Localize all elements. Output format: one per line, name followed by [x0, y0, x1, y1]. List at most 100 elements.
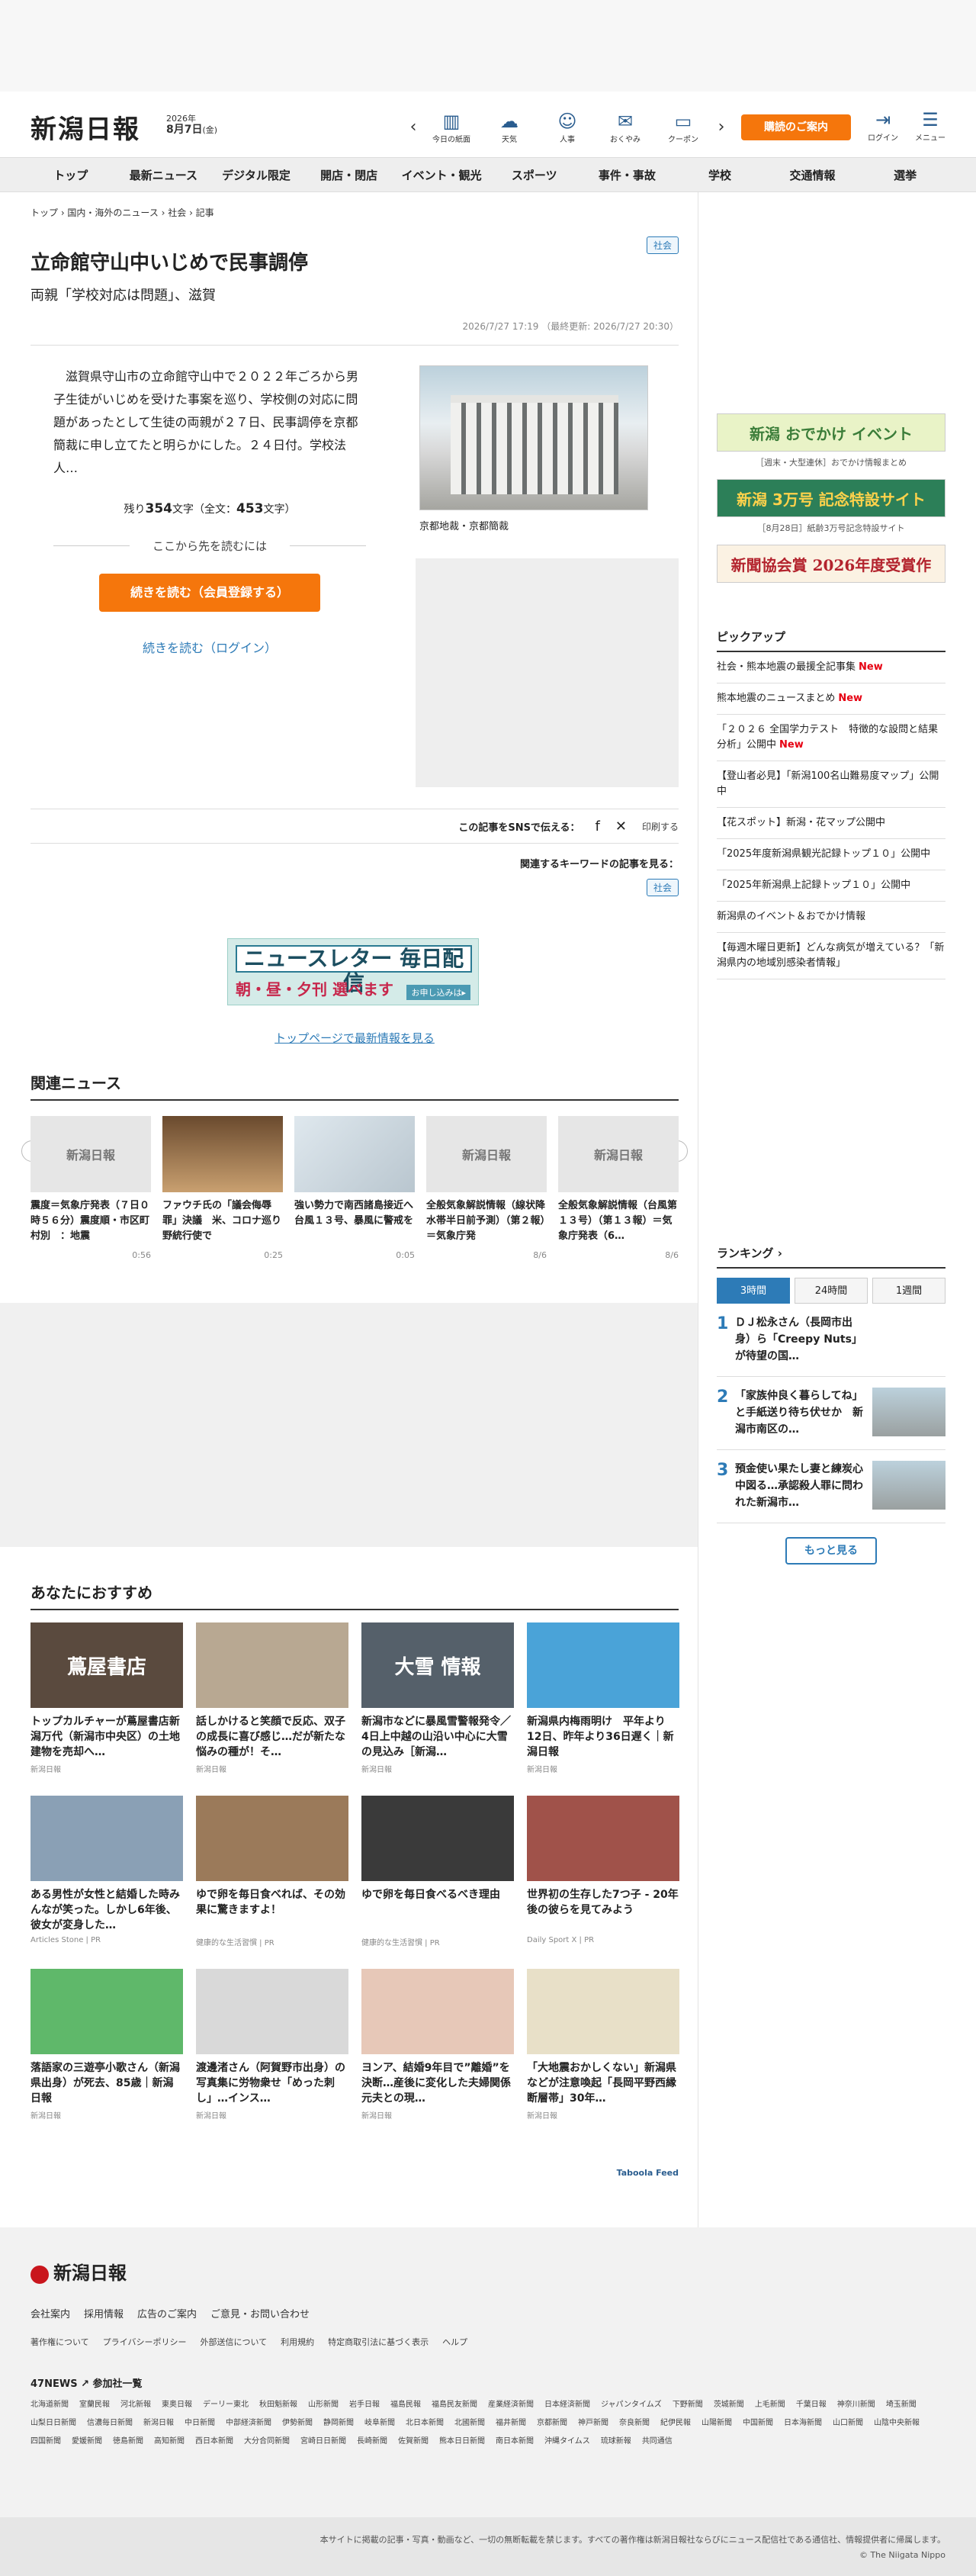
partner-paper-link[interactable]: 信濃毎日新聞: [87, 2419, 133, 2427]
partner-paper-link[interactable]: 北海道新聞: [30, 2401, 69, 2409]
recommend-card[interactable]: 話しかけると笑顔で反応、双子の成長に喜び感じ…だが新たな悩みの種が！そ… 新潟日報: [196, 1622, 348, 1774]
partner-paper-link[interactable]: 琉球新報: [601, 2437, 631, 2446]
related-card[interactable]: 新潟日報 全般気象解説情報（線状降水帯半日前予測）（第２報）＝気象庁発 8/6: [426, 1116, 547, 1260]
recommend-card[interactable]: 「大地震おかしくない」新潟県などが注意喚起「長岡平野西縁断層帯」30年… 新潟日報: [527, 1969, 679, 2121]
keyword-tag[interactable]: 社会: [646, 879, 679, 896]
partner-paper-link[interactable]: 神奈川新聞: [837, 2401, 875, 2409]
pickup-item[interactable]: 「2025年度新潟県観光記録トップ１０」公開中: [717, 839, 946, 870]
recommend-card[interactable]: ヨンア、結婚9年目で”離婚”を決断…産後に変化した夫婦関係 元夫との現… 新潟日報: [361, 1969, 514, 2121]
pickup-item[interactable]: 新潟県のイベント＆おでかけ情報: [717, 902, 946, 933]
partner-paper-link[interactable]: 河北新報: [120, 2401, 151, 2409]
ranking-item[interactable]: 3 預金使い果たし妻と練炭心中図る…承認殺人罪に問われた新潟市…: [717, 1450, 946, 1523]
chevron-left-icon[interactable]: ‹: [404, 117, 422, 137]
partner-paper-link[interactable]: 京都新聞: [537, 2419, 567, 2427]
footer-link[interactable]: 採用情報: [84, 2309, 124, 2320]
partner-paper-link[interactable]: 下野新聞: [673, 2401, 703, 2409]
ranking-item[interactable]: 1 ＤＪ松永さん（長岡市出身）ら「Creepy Nuts」が待望の国…: [717, 1304, 946, 1377]
more-button[interactable]: もっと見る: [785, 1537, 877, 1565]
partner-paper-link[interactable]: 南日本新聞: [496, 2437, 534, 2446]
partner-paper-link[interactable]: 日本経済新聞: [544, 2401, 590, 2409]
partner-paper-link[interactable]: 佐賀新聞: [398, 2437, 429, 2446]
partner-paper-link[interactable]: 長崎新聞: [357, 2437, 387, 2446]
x-icon[interactable]: ✕: [615, 818, 627, 835]
partner-paper-link[interactable]: 沖縄タイムス: [544, 2437, 590, 2446]
breadcrumb[interactable]: トップ › 国内・海外のニュース › 社会 › 記事: [30, 192, 679, 226]
header-shortcut[interactable]: ▭ クーポン: [654, 110, 712, 144]
ranking-item[interactable]: 2 「家族仲良く暮らしてね」と手紙送り待ち伏せか 新潟市南区の…: [717, 1377, 946, 1450]
pickup-item[interactable]: 「2025年新潟県上記録トップ１０」公開中: [717, 870, 946, 902]
partner-paper-link[interactable]: 伊勢新聞: [282, 2419, 313, 2427]
partner-paper-link[interactable]: 山陰中央新報: [874, 2419, 920, 2427]
footer-link[interactable]: ご意見・お問い合わせ: [210, 2309, 310, 2320]
partner-paper-link[interactable]: 新潟日報: [143, 2419, 174, 2427]
nav-item[interactable]: 選挙: [859, 167, 952, 183]
related-card[interactable]: 新潟日報 震度＝気象庁発表（７日０時５６分）震度順・市区町村別 ：地震 0:56: [30, 1116, 151, 1260]
newsletter-banner[interactable]: ニュースレター 毎日配信 朝・昼・夕刊 選べます お申し込みは▸: [227, 938, 479, 1005]
side-banner[interactable]: 新潟 おでかけ イベント: [717, 413, 946, 452]
header-shortcut[interactable]: ✉ おくやみ: [596, 110, 654, 144]
partner-paper-link[interactable]: 中日新聞: [185, 2419, 215, 2427]
partner-paper-link[interactable]: 東奥日報: [162, 2401, 192, 2409]
related-card[interactable]: ファウチ氏の「議会侮辱罪」決議 米、コロナ巡り野統行使で 0:25: [162, 1116, 283, 1260]
nav-item[interactable]: 学校: [673, 167, 766, 183]
partner-paper-link[interactable]: 産業経済新聞: [488, 2401, 534, 2409]
register-button[interactable]: 続きを読む（会員登録する）: [99, 574, 320, 612]
pickup-item[interactable]: 【毎週木曜日更新】どんな病気が増えている？「新潟県内の地域別感染者情報」: [717, 933, 946, 979]
partner-paper-link[interactable]: 秋田魁新報: [259, 2401, 297, 2409]
partner-paper-link[interactable]: 愛媛新聞: [72, 2437, 102, 2446]
top-page-link[interactable]: トップページで最新情報を見る: [30, 1030, 679, 1046]
footer-link[interactable]: 広告のご案内: [137, 2309, 197, 2320]
header-shortcut[interactable]: ☺ 人事: [538, 110, 596, 144]
nav-item[interactable]: 交通情報: [766, 167, 859, 183]
footer-logo[interactable]: 新潟日報: [30, 2258, 946, 2285]
partner-paper-link[interactable]: 日本海新聞: [784, 2419, 822, 2427]
partner-paper-link[interactable]: 奈良新聞: [619, 2419, 650, 2427]
partner-paper-link[interactable]: 大分合同新聞: [244, 2437, 290, 2446]
print-link[interactable]: 印刷する: [642, 820, 679, 833]
related-card[interactable]: 新潟日報 全般気象解説情報（台風第１３号）（第１３報）＝気象庁発表（6… 8/6: [558, 1116, 679, 1260]
facebook-icon[interactable]: f: [596, 818, 600, 835]
taboola-logo[interactable]: Taboola Feed: [617, 2168, 679, 2178]
ranking-heading[interactable]: ランキング ›: [717, 1245, 946, 1269]
header-shortcut[interactable]: ▥ 今日の紙面: [422, 110, 480, 144]
header-shortcut[interactable]: ☁ 天気: [480, 110, 538, 144]
recommend-card[interactable]: 落語家の三遊亭小歌さん（新潟県出身）が死去、85歳｜新潟日報 新潟日報: [30, 1969, 183, 2121]
47news-link[interactable]: 47NEWS ↗ 参加社一覧: [30, 2375, 946, 2390]
partner-paper-link[interactable]: 北日本新聞: [406, 2419, 444, 2427]
menu-button[interactable]: ☰ メニュー: [907, 108, 953, 143]
nav-item[interactable]: 最新ニュース: [117, 167, 210, 183]
recommend-card[interactable]: 蔦屋書店 トップカルチャーが蔦屋書店新潟万代（新潟市中央区）の土地建物を売却へ… 新…: [30, 1622, 183, 1774]
partner-paper-link[interactable]: 山形新聞: [308, 2401, 339, 2409]
partner-paper-link[interactable]: 高知新聞: [154, 2437, 185, 2446]
partner-paper-link[interactable]: 熊本日日新聞: [439, 2437, 485, 2446]
related-card[interactable]: 強い勢力で南西諸島接近へ 台風１３号、暴風に警戒を 0:05: [294, 1116, 415, 1260]
recommend-card[interactable]: ゆで卵を毎日食べれば、その効果に驚きますよ！ 健康的な生活習慣 | PR: [196, 1796, 348, 1947]
category-tag[interactable]: 社会: [646, 236, 679, 254]
partner-paper-link[interactable]: 山口新聞: [833, 2419, 863, 2427]
partner-paper-link[interactable]: 四国新聞: [30, 2437, 61, 2446]
chevron-right-icon[interactable]: ›: [712, 117, 730, 137]
partner-paper-link[interactable]: 神戸新聞: [578, 2419, 608, 2427]
recommend-card[interactable]: ゆで卵を毎日食べるべき理由 健康的な生活習慣 | PR: [361, 1796, 514, 1947]
footer-link[interactable]: 利用規約: [281, 2337, 314, 2347]
partner-paper-link[interactable]: 共同通信: [642, 2437, 673, 2446]
partner-paper-link[interactable]: 千葉日報: [796, 2401, 827, 2409]
partner-paper-link[interactable]: 山陽新聞: [702, 2419, 732, 2427]
partner-paper-link[interactable]: 福島民報: [390, 2401, 421, 2409]
partner-paper-link[interactable]: 北國新聞: [454, 2419, 485, 2427]
nav-item[interactable]: デジタル限定: [210, 167, 303, 183]
partner-paper-link[interactable]: 福島民友新聞: [432, 2401, 477, 2409]
pickup-item[interactable]: 社会・熊本地震の最援全記事集 New: [717, 652, 946, 683]
side-banner[interactable]: 新聞協会賞 2026年度受賞作: [717, 545, 946, 583]
partner-paper-link[interactable]: 埼玉新聞: [886, 2401, 917, 2409]
recommend-card[interactable]: ある男性が女性と結婚した時みんなが笑った。しかし6年後、彼女が変身した… Arti…: [30, 1796, 183, 1947]
footer-link[interactable]: 会社案内: [30, 2309, 70, 2320]
pickup-item[interactable]: 【登山者必見】「新潟100名山難易度マップ」公開中: [717, 761, 946, 808]
ranking-tab[interactable]: 1週間: [872, 1278, 946, 1304]
partner-paper-link[interactable]: 山梨日日新聞: [30, 2419, 76, 2427]
login-button[interactable]: ⇥ ログイン: [860, 108, 906, 143]
partner-paper-link[interactable]: 中部経済新聞: [226, 2419, 271, 2427]
ranking-tab[interactable]: 3時間: [717, 1278, 790, 1304]
partner-paper-link[interactable]: 茨城新聞: [714, 2401, 744, 2409]
recommend-card[interactable]: 新潟県内梅雨明け 平年より12日、昨年より36日遅く｜新潟日報 新潟日報: [527, 1622, 679, 1774]
